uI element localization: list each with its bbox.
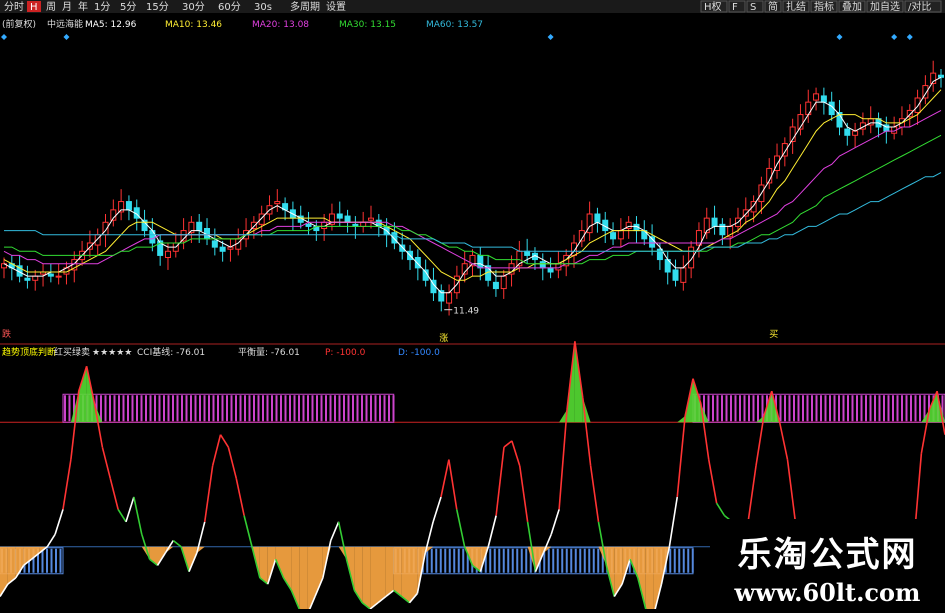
candle-body (820, 95, 827, 103)
candle-body (524, 250, 531, 256)
period-toolbar: 分时 H 周月年 1分 5分 15分 30分 60分 30s 多周期 设置/对比加自选叠加指标扎结简… (0, 0, 945, 13)
toolbar-item[interactable]: 60分 (218, 1, 241, 13)
toolbar-button[interactable]: 叠加 (842, 1, 862, 13)
candle-body (672, 269, 679, 281)
oversold-fill (385, 546, 394, 597)
toolbar-button[interactable]: F (732, 2, 738, 13)
candle-body (446, 292, 453, 304)
legend-item: MA60: 13.57 (426, 20, 483, 30)
stock-chart: 分时 H 周月年 1分 5分 15分 30分 60分 30s 多周期 设置/对比 加自选 叠加 指标 扎结简… (0, 0, 945, 613)
toolbar-button[interactable]: 扎结 (786, 0, 806, 13)
watermark: 乐淘公式网 www.60lt.com (710, 519, 945, 609)
toolbar-item[interactable]: 周 (46, 1, 56, 13)
indicator-legend-item: P: -100.0 (325, 348, 366, 358)
chart-canvas: 分时 H 周月年 1分 5分 15分 30分 60分 30s 多周期 设置/对比加自选叠加指标扎结简… (0, 0, 945, 613)
indicator-legend-item: D: -100.0 (398, 348, 440, 358)
watermark-title: 乐淘公式网 (737, 535, 918, 575)
oversold-fill (401, 546, 410, 603)
candle-body (914, 97, 921, 113)
indicator-legend-item: 平衡量: -76.01 (238, 346, 300, 358)
candle-body (125, 201, 132, 211)
toolbar-button[interactable]: 简 (768, 0, 778, 13)
candle-body (938, 74, 944, 78)
candle-body (906, 109, 913, 118)
candle-body (547, 267, 554, 273)
candle-body (813, 93, 820, 101)
candle-body (367, 217, 374, 221)
oversold-fill (393, 546, 402, 597)
low-price-label: 11.49 (453, 307, 479, 317)
candle-body (539, 261, 546, 269)
legend-item: MA20: 13.08 (252, 20, 309, 30)
candle-body (258, 213, 265, 225)
toolbar-item[interactable]: 5分 (120, 1, 136, 13)
candle-body (164, 250, 171, 259)
toolbar-item[interactable]: 月 (62, 1, 72, 13)
indicator-legend-item: 趋势顶底判断 (2, 346, 56, 358)
candle-body (24, 277, 31, 281)
indicator-legend-item: CCI基线: -76.01 (137, 346, 205, 358)
candle-body (617, 230, 624, 240)
toolbar-button[interactable]: S (750, 2, 756, 13)
oversold-fill (378, 546, 386, 603)
toolbar-item[interactable]: H (30, 2, 38, 13)
candle-body (742, 209, 749, 217)
toolbar-button[interactable]: H权 (704, 0, 722, 13)
candle-body (274, 201, 281, 205)
candle-body (336, 213, 343, 219)
toolbar-item[interactable]: 设置 (326, 1, 346, 13)
candle-body (360, 221, 367, 227)
oversold-fill (370, 546, 378, 609)
toolbar-item[interactable]: 15分 (146, 1, 169, 13)
toolbar-item[interactable]: 1分 (94, 1, 110, 13)
toolbar-button[interactable]: /对比 (908, 0, 931, 13)
candle-body (492, 281, 499, 290)
legend-item: MA10: 13.46 (165, 20, 222, 30)
candle-body (219, 246, 226, 252)
candle-body (610, 232, 617, 240)
candle-body (711, 217, 718, 227)
toolbar-item[interactable]: 年 (78, 0, 88, 13)
legend-item: MA5: 12.96 (85, 20, 137, 30)
legend-item: (前复权) (2, 18, 36, 30)
toolbar-button[interactable]: 指标 (814, 0, 834, 13)
candle-body (477, 254, 484, 269)
candle-body (47, 273, 54, 277)
mid-mark: 买 (769, 329, 778, 340)
candle-body (852, 130, 859, 136)
watermark-url: www.60lt.com (734, 578, 921, 607)
indicator-legend-item: 红买绿卖 (54, 346, 90, 358)
candle-body (55, 275, 62, 278)
candle-body (844, 128, 851, 136)
oversold-fill (362, 546, 371, 609)
left-mark: 跌 (2, 329, 11, 340)
candle-body (196, 221, 203, 232)
legend-item: MA30: 13.15 (339, 20, 396, 30)
toolbar-button[interactable]: 加自选 (870, 0, 900, 13)
toolbar-item[interactable]: 30s (254, 2, 272, 13)
toolbar-item[interactable]: 多周期 (290, 0, 320, 13)
low-mark: 涨 (439, 333, 448, 344)
candle-body (94, 234, 101, 246)
candle-body (680, 267, 687, 283)
toolbar-item[interactable]: 分时 (4, 1, 24, 13)
candle-body (211, 240, 218, 248)
candle-body (344, 215, 351, 223)
candle-body (500, 275, 507, 290)
legend-item: 中远海能 (47, 18, 83, 30)
oversold-fill (299, 546, 308, 613)
indicator-legend-item: ★★★★★ (92, 348, 132, 358)
toolbar-item[interactable]: 30分 (182, 1, 205, 13)
candle-body (594, 213, 601, 223)
candle-body (32, 275, 39, 281)
candle-body (305, 223, 312, 227)
oversold-fill (645, 546, 654, 613)
